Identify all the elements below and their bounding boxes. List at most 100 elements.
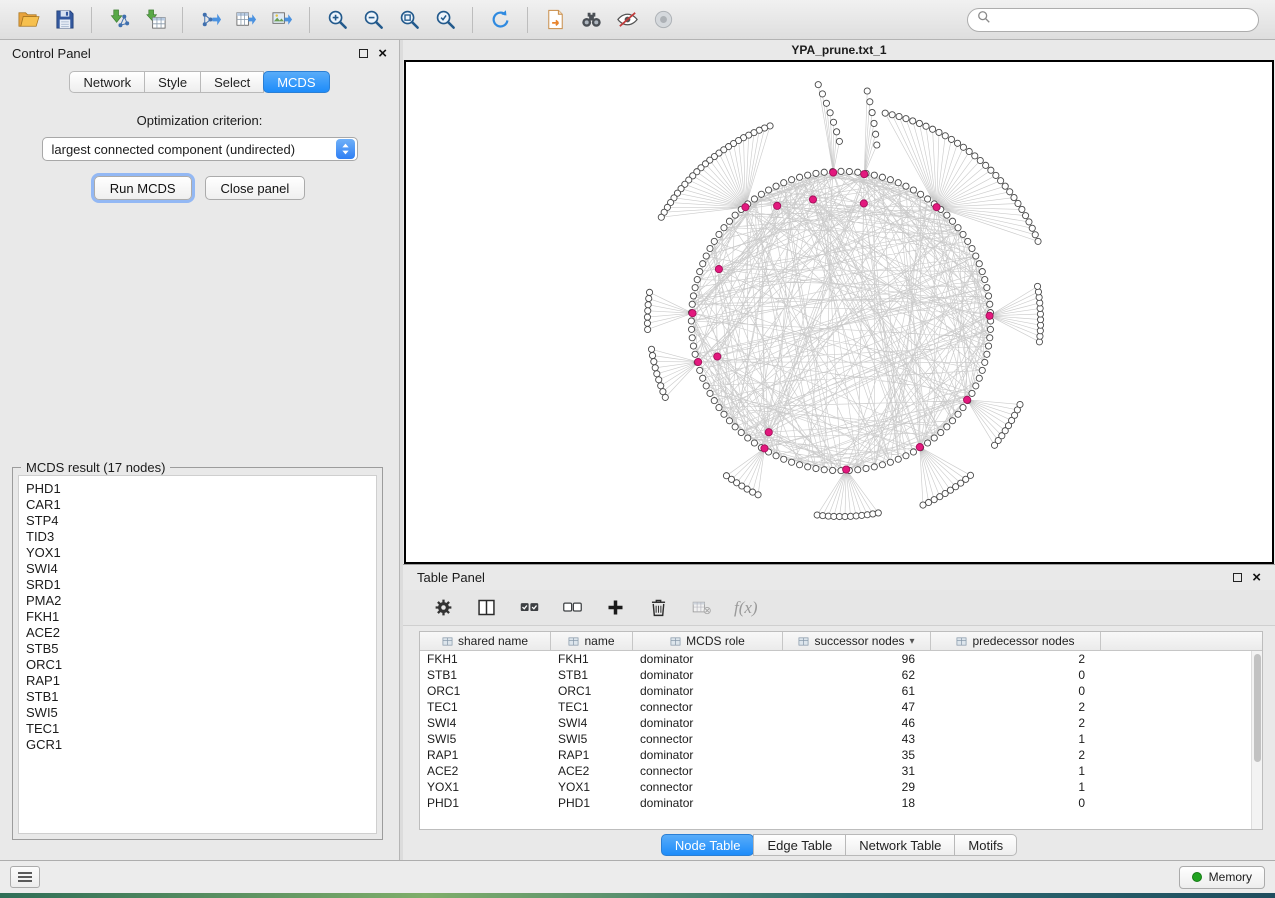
mcds-result-item[interactable]: CAR1 (26, 497, 369, 513)
tab-motifs[interactable]: Motifs (954, 834, 1017, 856)
export-document-icon[interactable] (537, 4, 573, 36)
search-network-icon[interactable] (573, 4, 609, 36)
float-panel-icon[interactable] (359, 49, 368, 58)
column-header-predecessor-nodes[interactable]: predecessor nodes (931, 632, 1101, 650)
table-panel-header: Table Panel × (403, 565, 1275, 590)
mcds-result-item[interactable]: RAP1 (26, 673, 369, 689)
table-row[interactable]: SWI5SWI5connector431 (420, 731, 1262, 747)
zoom-in-icon[interactable] (319, 4, 355, 36)
node-table: shared namenameMCDS rolesuccessor nodes▾… (419, 631, 1263, 830)
column-settings-icon[interactable] (433, 597, 454, 618)
zoom-fit-icon[interactable] (391, 4, 427, 36)
close-table-panel-icon[interactable]: × (1252, 573, 1261, 582)
table-panel-title: Table Panel (417, 570, 485, 585)
table-row[interactable]: PHD1PHD1dominator180 (420, 795, 1262, 811)
tab-select[interactable]: Select (200, 71, 264, 93)
criterion-dropdown[interactable]: largest connected component (undirected) (42, 137, 358, 161)
table-scrollbar[interactable] (1251, 651, 1262, 829)
table-cell: connector (633, 763, 783, 779)
table-row[interactable]: ORC1ORC1dominator610 (420, 683, 1262, 699)
tab-node-table[interactable]: Node Table (661, 834, 755, 856)
table-row[interactable]: SWI4SWI4dominator462 (420, 715, 1262, 731)
mcds-result-list[interactable]: PHD1CAR1STP4TID3YOX1SWI4SRD1PMA2FKH1ACE2… (18, 475, 377, 834)
open-file-icon[interactable] (10, 4, 46, 36)
table-row[interactable]: TEC1TEC1connector472 (420, 699, 1262, 715)
table-row[interactable]: FKH1FKH1dominator962 (420, 651, 1262, 667)
table-cell: 18 (783, 795, 931, 811)
run-mcds-button[interactable]: Run MCDS (94, 176, 192, 200)
close-panel-icon[interactable]: × (378, 49, 387, 58)
mcds-result-item[interactable]: GCR1 (26, 737, 369, 753)
select-all-icon[interactable] (519, 597, 540, 618)
import-network-icon[interactable] (101, 4, 137, 36)
mcds-result-item[interactable]: SRD1 (26, 577, 369, 593)
import-table-icon[interactable] (137, 4, 173, 36)
mcds-result-item[interactable]: PHD1 (26, 481, 369, 497)
hide-details-icon[interactable] (609, 4, 645, 36)
table-tabs-row: Node TableEdge TableNetwork TableMotifs (403, 830, 1275, 860)
tab-network-table[interactable]: Network Table (845, 834, 955, 856)
table-cell: dominator (633, 715, 783, 731)
mcds-result-item[interactable]: YOX1 (26, 545, 369, 561)
import-table-icon-disabled (691, 597, 712, 618)
zoom-out-icon[interactable] (355, 4, 391, 36)
tab-network[interactable]: Network (69, 71, 145, 93)
network-canvas-svg[interactable] (406, 62, 1272, 562)
export-table-icon[interactable] (228, 4, 264, 36)
table-scrollbar-thumb[interactable] (1254, 654, 1261, 762)
export-network-icon[interactable] (192, 4, 228, 36)
apply-layout-icon[interactable] (482, 4, 518, 36)
table-cell: 1 (931, 779, 1101, 795)
close-panel-button[interactable]: Close panel (205, 176, 306, 200)
save-session-icon[interactable] (46, 4, 82, 36)
mcds-result-item[interactable]: STB5 (26, 641, 369, 657)
mcds-result-item[interactable]: STP4 (26, 513, 369, 529)
control-panel-tabs: NetworkStyleSelectMCDS (0, 71, 399, 93)
table-cell: 2 (931, 699, 1101, 715)
table-row[interactable]: STB1STB1dominator620 (420, 667, 1262, 683)
show-details-icon[interactable] (645, 4, 681, 36)
delete-column-icon[interactable] (648, 597, 669, 618)
table-cell: ACE2 (551, 763, 633, 779)
table-cell: connector (633, 731, 783, 747)
status-bar: Memory (0, 860, 1275, 893)
sort-dropdown-icon[interactable]: ▾ (910, 636, 915, 647)
mcds-result-item[interactable]: SWI5 (26, 705, 369, 721)
mcds-result-item[interactable]: ORC1 (26, 657, 369, 673)
network-canvas (404, 60, 1274, 564)
mcds-result-item[interactable]: PMA2 (26, 593, 369, 609)
column-header-successor-nodes[interactable]: successor nodes▾ (783, 632, 931, 650)
column-header-mcds-role[interactable]: MCDS role (633, 632, 783, 650)
add-column-icon[interactable] (605, 597, 626, 618)
mcds-result-item[interactable]: FKH1 (26, 609, 369, 625)
mcds-result-item[interactable]: STB1 (26, 689, 369, 705)
table-row[interactable]: RAP1RAP1dominator352 (420, 747, 1262, 763)
float-table-panel-icon[interactable] (1233, 573, 1242, 582)
table-cell: dominator (633, 747, 783, 763)
tab-mcds[interactable]: MCDS (263, 71, 329, 93)
mcds-result-item[interactable]: TEC1 (26, 721, 369, 737)
table-cell: PHD1 (420, 795, 551, 811)
mcds-result-item[interactable]: TID3 (26, 529, 369, 545)
show-columns-icon[interactable] (476, 597, 497, 618)
memory-button[interactable]: Memory (1179, 866, 1265, 889)
export-image-icon[interactable] (264, 4, 300, 36)
column-header-name[interactable]: name (551, 632, 633, 650)
mcds-result-item[interactable]: SWI4 (26, 561, 369, 577)
mcds-result-item[interactable]: ACE2 (26, 625, 369, 641)
zoom-selected-icon[interactable] (427, 4, 463, 36)
column-type-icon (798, 636, 809, 647)
table-cell: SWI4 (420, 715, 551, 731)
table-row[interactable]: ACE2ACE2connector311 (420, 763, 1262, 779)
table-row[interactable]: YOX1YOX1connector291 (420, 779, 1262, 795)
tab-style[interactable]: Style (144, 71, 201, 93)
column-header-shared-name[interactable]: shared name (420, 632, 551, 650)
toolbar-separator (182, 7, 183, 33)
tab-edge-table[interactable]: Edge Table (753, 834, 846, 856)
status-menu-button[interactable] (10, 866, 40, 888)
search-input[interactable] (997, 12, 1249, 27)
table-cell: 0 (931, 795, 1101, 811)
table-cell: RAP1 (551, 747, 633, 763)
table-cell: 29 (783, 779, 931, 795)
unselect-all-icon[interactable] (562, 597, 583, 618)
